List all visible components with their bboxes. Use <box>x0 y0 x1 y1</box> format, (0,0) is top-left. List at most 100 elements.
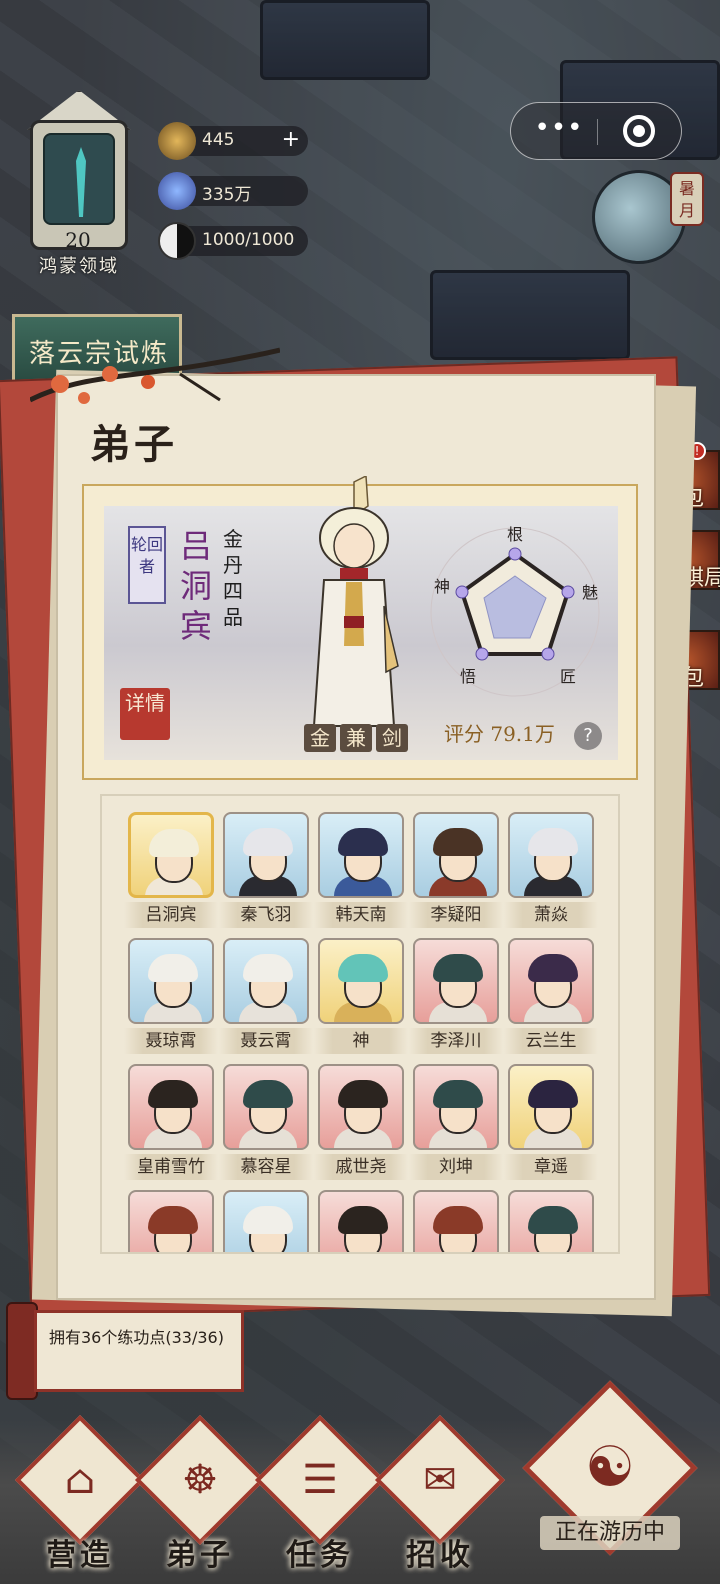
hero-card-inner: 轮回者 吕洞宾 金丹四品 详情 金 兼 剑 根 魅 匠 悟 神 评分 79.1万… <box>104 476 618 760</box>
resource-crystal[interactable]: 335万 <box>158 172 308 210</box>
portrait-hair <box>338 1080 388 1108</box>
disciple-name: 聂云霄 <box>219 1028 313 1054</box>
season-label: 暑月 <box>670 172 704 226</box>
disciple-icon: ☸ <box>182 1457 218 1503</box>
portrait-hair <box>148 1080 198 1108</box>
nav-recruit[interactable]: ✉ 招收 <box>374 1414 506 1573</box>
disciple-name: 皇甫雪竹 <box>124 1154 218 1180</box>
disciple-portrait <box>223 938 309 1024</box>
disciple-card[interactable]: 秦飞羽 <box>219 812 313 928</box>
nav-tasks[interactable]: ☰ 任务 <box>254 1414 386 1573</box>
nav-build-label: 营造 <box>46 1538 114 1573</box>
disciple-card[interactable] <box>508 1190 594 1252</box>
disciple-portrait <box>318 938 404 1024</box>
disciple-grid: 吕洞宾 秦飞羽 韩天南 李疑阳 萧焱聂琼霄 聂云霄神李泽川 云兰生皇甫雪竹 慕容星 戚世尧 刘坤章… <box>124 812 598 1252</box>
portrait-hair <box>338 1206 388 1234</box>
hero-card: 轮回者 吕洞宾 金丹四品 详情 金 兼 剑 根 魅 匠 悟 神 评分 79.1万… <box>82 476 638 780</box>
crystal-icon <box>158 172 196 210</box>
skill-tag: 兼 <box>340 724 372 752</box>
capsule-divider <box>597 119 598 145</box>
resource-spirit-stone[interactable]: 445 + <box>158 122 308 160</box>
travel-label: 正在游历中 <box>540 1516 680 1550</box>
portrait-hair <box>149 829 199 857</box>
sect-level: 20 <box>65 228 91 252</box>
mini-program-capsule: ••• <box>510 102 682 160</box>
resource-value: 1000/1000 <box>202 230 295 250</box>
training-points-hint[interactable]: 拥有36个练功点(33/36) <box>6 1302 246 1400</box>
travel-icon: ☯ <box>584 1435 636 1500</box>
disciple-card[interactable]: 云兰生 <box>504 938 598 1054</box>
disciple-portrait <box>508 938 594 1024</box>
sect-emblem[interactable]: 20 鸿蒙领域 <box>14 90 144 280</box>
travel-button[interactable]: ☯ 正在游历中 <box>522 1380 698 1572</box>
invitation-icon: ✉ <box>423 1457 457 1503</box>
nav-recruit-label: 招收 <box>406 1538 474 1573</box>
hint-text: 拥有36个练功点(33/36) <box>49 1328 224 1347</box>
portrait-hair <box>243 828 293 856</box>
disciple-portrait <box>128 938 214 1024</box>
nav-tasks-label: 任务 <box>286 1538 354 1573</box>
disciple-card[interactable]: 章遥 <box>504 1064 598 1180</box>
score-value: 79.1万 <box>490 722 555 746</box>
sect-name: 鸿蒙领域 <box>39 256 119 277</box>
disciple-card[interactable]: 聂云霄 <box>219 938 313 1054</box>
disciple-name: 秦飞羽 <box>219 902 313 928</box>
disciple-portrait <box>413 1190 499 1252</box>
portrait-hair <box>433 828 483 856</box>
disciple-name: 聂琼霄 <box>124 1028 218 1054</box>
skill-tag: 金 <box>304 724 336 752</box>
disciple-grid-frame[interactable]: 吕洞宾 秦飞羽 韩天南 李疑阳 萧焱聂琼霄 聂云霄神李泽川 云兰生皇甫雪竹 慕容星 戚世尧 刘坤章… <box>100 794 620 1254</box>
attr-mei: 魅 <box>582 583 598 602</box>
disciples-panel: 弟子 轮回者 吕洞宾 金丹四品 详情 金 兼 剑 根 魅 匠 悟 神 评分 79… <box>56 374 656 1300</box>
detail-button[interactable]: 详情 <box>120 688 170 740</box>
disciple-card[interactable]: 刘坤 <box>409 1064 503 1180</box>
panel-title: 弟子 <box>90 421 178 468</box>
disciple-card[interactable]: 李泽川 <box>409 938 503 1054</box>
disciple-portrait <box>318 1064 404 1150</box>
portrait-hair <box>433 954 483 982</box>
resource-value: 445 <box>202 130 235 150</box>
portrait-hair <box>243 1206 293 1234</box>
disciple-name: 戚世尧 <box>314 1154 408 1180</box>
taiji-icon <box>158 222 196 260</box>
disciple-card[interactable] <box>128 1190 214 1252</box>
portrait-hair <box>528 954 578 982</box>
add-resource-button[interactable]: + <box>282 127 300 152</box>
help-button[interactable]: ? <box>574 722 602 750</box>
disciple-card[interactable]: 神 <box>314 938 408 1054</box>
disciple-card[interactable]: 戚世尧 <box>314 1064 408 1180</box>
disciple-portrait <box>223 1190 309 1252</box>
disciple-name: 神 <box>314 1028 408 1054</box>
disciple-card[interactable]: 韩天南 <box>314 812 408 928</box>
target-icon[interactable] <box>623 115 655 147</box>
disciple-name: 慕容星 <box>219 1154 313 1180</box>
scroll-icon: ☰ <box>302 1457 338 1503</box>
disciple-portrait <box>413 1064 499 1150</box>
disciple-card[interactable] <box>223 1190 309 1252</box>
resource-taiji[interactable]: 1000/1000 <box>158 222 308 260</box>
disciple-card[interactable]: 吕洞宾 <box>124 812 218 928</box>
portrait-hair <box>528 828 578 856</box>
more-menu-button[interactable]: ••• <box>533 113 585 143</box>
score-label: 评分 <box>444 722 484 746</box>
disciple-card[interactable]: 萧焱 <box>504 812 598 928</box>
disciple-portrait <box>223 812 309 898</box>
disciple-portrait <box>508 1064 594 1150</box>
portrait-hair <box>243 1080 293 1108</box>
disciple-card[interactable]: 慕容星 <box>219 1064 313 1180</box>
disciple-card[interactable] <box>413 1190 499 1252</box>
disciple-portrait <box>318 812 404 898</box>
disciple-card[interactable] <box>318 1190 404 1252</box>
spirit-stone-icon <box>158 122 196 160</box>
disciple-portrait <box>223 1064 309 1150</box>
nav-build[interactable]: ⌂ 营造 <box>14 1414 146 1573</box>
disciple-portrait <box>318 1190 404 1252</box>
disciple-card[interactable]: 李疑阳 <box>409 812 503 928</box>
disciple-card[interactable]: 皇甫雪竹 <box>124 1064 218 1180</box>
disciple-portrait <box>128 812 214 898</box>
nav-disciples[interactable]: ☸ 弟子 <box>134 1414 266 1573</box>
disciple-name: 吕洞宾 <box>124 902 218 928</box>
disciple-card[interactable]: 聂琼霄 <box>124 938 218 1054</box>
disciple-portrait <box>128 1190 214 1252</box>
skill-tag: 剑 <box>376 724 408 752</box>
